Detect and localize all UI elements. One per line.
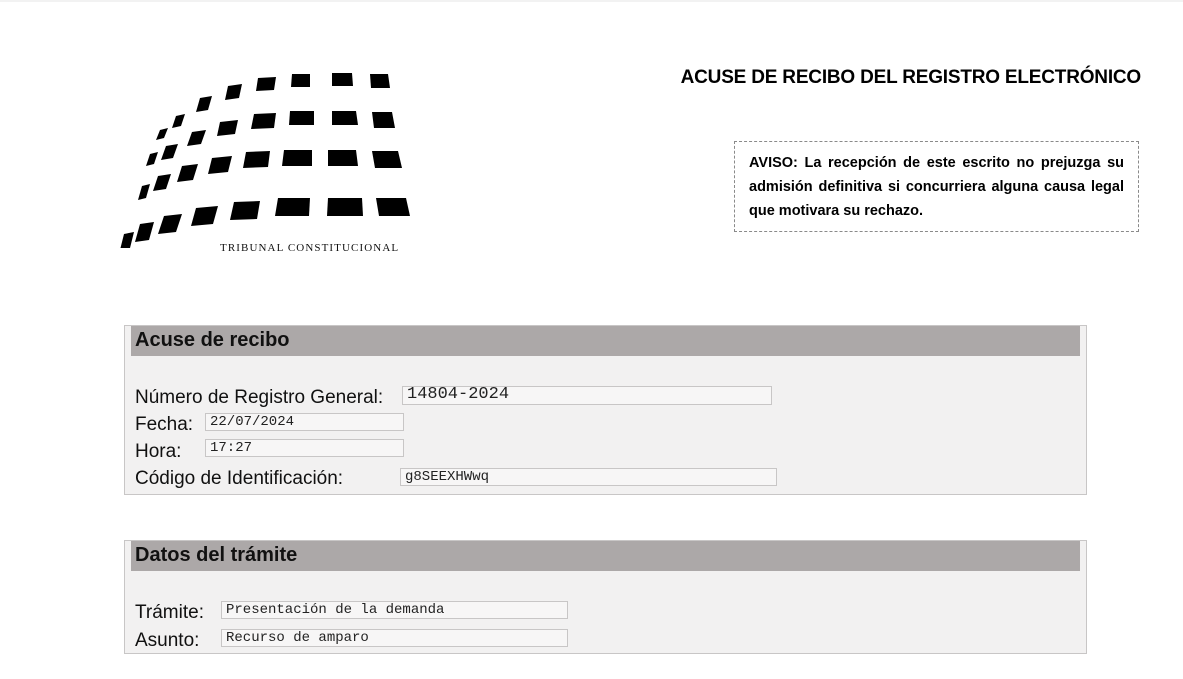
tramite-panel-header: Datos del trámite	[131, 541, 1080, 571]
hora-field: 17:27	[205, 439, 404, 457]
asunto-label: Asunto:	[135, 630, 200, 651]
hora-label: Hora:	[135, 441, 182, 462]
tramite-heading: Datos del trámite	[135, 544, 298, 566]
top-edge	[0, 0, 1183, 2]
receipt-panel: Acuse de recibo Número de Registro Gener…	[124, 325, 1087, 495]
logo-emblem-icon	[120, 73, 410, 248]
fecha-label: Fecha:	[135, 414, 194, 435]
notice-text: AVISO: La recepción de este escrito no p…	[749, 155, 1124, 219]
document-title: ACUSE DE RECIBO DEL REGISTRO ELECTRÓNICO	[680, 67, 1142, 88]
registro-field: 14804-2024	[402, 386, 772, 405]
registro-label: Número de Registro General:	[135, 387, 384, 408]
receipt-heading: Acuse de recibo	[135, 329, 290, 351]
tramite-field: Presentación de la demanda	[221, 601, 568, 619]
fecha-field: 22/07/2024	[205, 413, 404, 431]
tribunal-logo: TRIBUNAL CONSTITUCIONAL	[118, 68, 418, 263]
asunto-field: Recurso de amparo	[221, 629, 568, 647]
tramite-panel: Datos del trámite Trámite: Presentación …	[124, 540, 1087, 654]
receipt-panel-header: Acuse de recibo	[131, 326, 1080, 356]
codigo-label: Código de Identificación:	[135, 468, 344, 489]
tramite-label: Trámite:	[135, 602, 204, 623]
notice-box: AVISO: La recepción de este escrito no p…	[734, 141, 1139, 232]
logo-caption: TRIBUNAL CONSTITUCIONAL	[220, 242, 400, 254]
codigo-field: g8SEEXHWwq	[400, 468, 777, 486]
